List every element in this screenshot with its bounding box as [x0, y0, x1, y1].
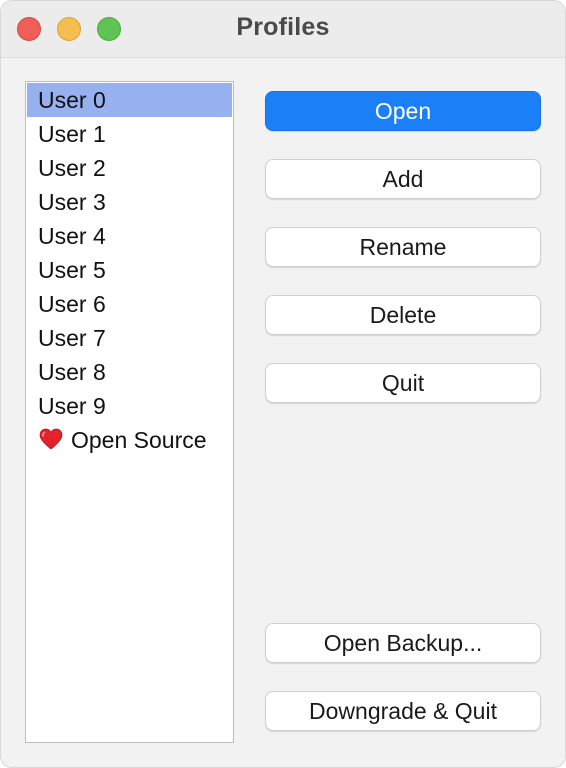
list-item[interactable]: User 9 [27, 389, 232, 423]
list-item[interactable]: User 0 [27, 83, 232, 117]
add-button[interactable]: Add [265, 159, 541, 199]
open-button[interactable]: Open [265, 91, 541, 131]
title-bar: Profiles [1, 1, 565, 58]
profiles-window: Profiles User 0 User 1 User 2 User 3 Use… [0, 0, 566, 768]
list-item[interactable]: User 6 [27, 287, 232, 321]
list-item-label: Open Source [71, 427, 207, 453]
delete-button[interactable]: Delete [265, 295, 541, 335]
list-item[interactable]: User 4 [27, 219, 232, 253]
list-item-open-source[interactable]: Open Source [27, 423, 232, 457]
open-backup-button[interactable]: Open Backup... [265, 623, 541, 663]
rename-button[interactable]: Rename [265, 227, 541, 267]
list-item[interactable]: User 3 [27, 185, 232, 219]
window-title: Profiles [236, 13, 330, 41]
quit-button[interactable]: Quit [265, 363, 541, 403]
heart-icon [39, 428, 63, 450]
list-item[interactable]: User 2 [27, 151, 232, 185]
downgrade-quit-button[interactable]: Downgrade & Quit [265, 691, 541, 731]
list-item[interactable]: User 5 [27, 253, 232, 287]
list-item[interactable]: User 8 [27, 355, 232, 389]
list-item[interactable]: User 7 [27, 321, 232, 355]
list-item[interactable]: User 1 [27, 117, 232, 151]
profile-list[interactable]: User 0 User 1 User 2 User 3 User 4 User … [25, 81, 234, 743]
